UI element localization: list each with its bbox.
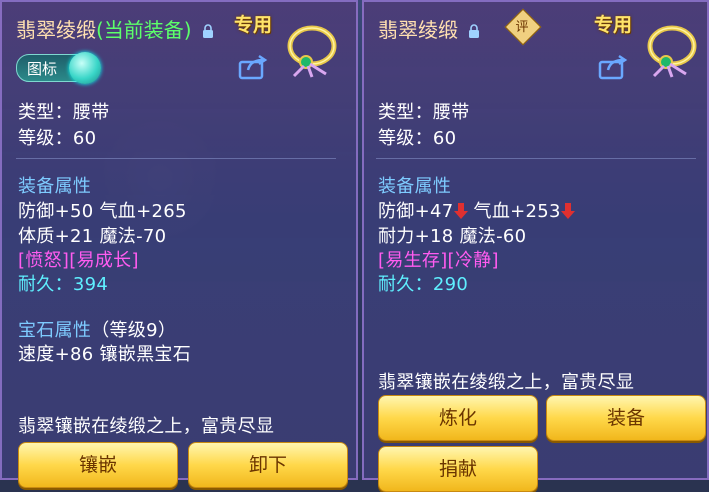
divider [16,158,336,159]
special-label: 专用 [594,14,633,36]
item-belt-icon[interactable] [282,22,342,78]
icon-toggle[interactable]: 图标 [16,52,101,84]
attr-line-2: 耐力+18 魔法-60 [378,226,527,247]
gem-header-label: 宝石属性 [18,320,92,341]
durability: 耐久：290 [378,270,468,296]
donate-button[interactable]: 捐献 [378,446,538,492]
durability-label: 耐久： [378,274,433,295]
item-name: 翡翠绫缎 [378,18,458,42]
item-description: 翡翠镶嵌在绫缎之上，富贵尽显 [18,416,275,437]
item-type: 类型：腰带 [18,102,110,123]
divider [376,158,696,159]
durability-value: 394 [72,274,109,295]
refine-button[interactable]: 炼化 [378,395,538,441]
lock-icon [469,24,480,38]
icon-toggle-label: 图标 [27,60,58,78]
attr-line-1: 防御+47 气血+253 [378,197,575,223]
item-level: 等级：60 [18,128,97,149]
down-arrow-icon [560,203,575,219]
current-equipment-panel: 翡翠绫缎(当前装备) 专用 图标 类型：腰带 等级：60 装备属性 防御+50 … [0,0,358,488]
share-icon[interactable] [598,54,628,80]
attr-line-2: 体质+21 魔法-70 [18,226,167,247]
lock-icon [202,24,213,38]
gem-attr: 速度+86 镶嵌黑宝石 [18,344,192,365]
durability: 耐久：394 [18,270,108,296]
item-level: 等级：60 [378,128,457,149]
special-traits: [愤怒][易成长] [18,250,139,271]
durability-label: 耐久： [18,274,73,295]
rating-badge-label: 评 [515,20,529,35]
item-title: 翡翠绫缎(当前装备) [16,14,214,43]
compare-equipment-panel: 翡翠绫缎 评 专用 类型：腰带 等级：60 装备属性 防御+47 气血+253 … [362,0,709,492]
attr-defense: 防御+47 [378,201,454,222]
item-description: 翡翠镶嵌在绫缎之上，富贵尽显 [378,372,635,393]
down-arrow-icon [453,203,468,219]
special-traits: [易生存][冷静] [378,250,499,271]
durability-value: 290 [432,274,469,295]
special-label: 专用 [234,14,273,36]
attr-hp: 气血+253 [467,201,561,222]
inlay-button[interactable]: 镶嵌 [18,442,178,488]
gem-level: （等级9） [91,320,177,341]
item-title: 翡翠绫缎 [378,14,480,43]
current-equipped-tag: (当前装备) [96,18,192,42]
share-icon[interactable] [238,54,268,80]
attr-header: 装备属性 [18,176,92,197]
attr-line-1: 防御+50 气血+265 [18,201,187,222]
item-name: 翡翠绫缎 [16,18,96,42]
toggle-knob [69,52,101,84]
unequip-button[interactable]: 卸下 [188,442,348,488]
item-belt-icon[interactable] [642,22,702,78]
item-type: 类型：腰带 [378,102,470,123]
gem-header: 宝石属性（等级9） [18,316,176,342]
attr-header: 装备属性 [378,176,452,197]
equip-button[interactable]: 装备 [546,395,706,441]
